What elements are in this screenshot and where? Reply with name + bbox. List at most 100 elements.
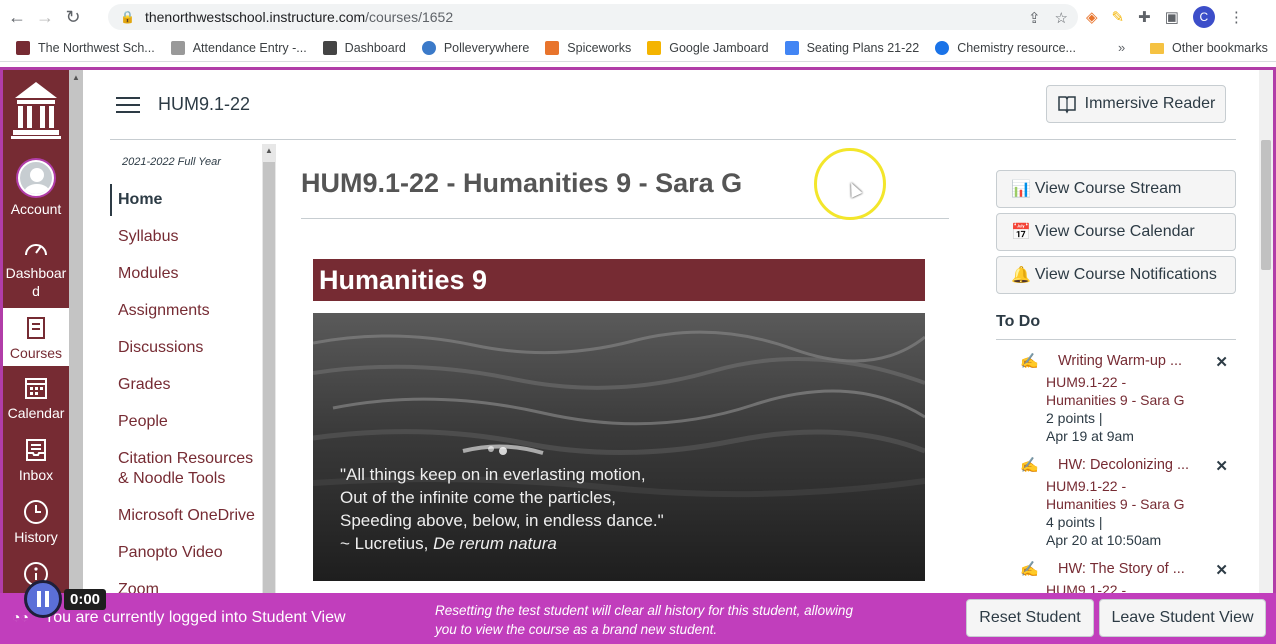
scroll-up-arrow-icon[interactable]: ▲ bbox=[265, 146, 273, 155]
course-breadcrumb[interactable]: HUM9.1-22 bbox=[158, 94, 250, 115]
menu-kebab-icon[interactable]: ⋮ bbox=[1229, 8, 1244, 26]
side-panel-icon[interactable]: ▣ bbox=[1165, 8, 1179, 26]
todo-course: HUM9.1-22 - Humanities 9 - Sara G bbox=[1046, 374, 1185, 408]
calendar-icon bbox=[22, 374, 50, 402]
global-nav-inbox[interactable]: Inbox bbox=[3, 436, 69, 492]
dismiss-close-icon[interactable]: ✕ bbox=[1215, 457, 1228, 475]
school-logo[interactable] bbox=[9, 78, 63, 142]
back-arrow-icon[interactable]: ← bbox=[6, 6, 28, 28]
bookmarks-overflow-icon[interactable]: » bbox=[1118, 40, 1125, 55]
todo-meta: 4 points | Apr 20 at 10:50am bbox=[1046, 514, 1162, 548]
scroll-up-arrow-icon[interactable]: ▲ bbox=[72, 73, 80, 82]
assignment-icon: ✍ bbox=[1020, 457, 1039, 474]
global-navigation: Account Dashboar d Courses Calendar Inbo… bbox=[3, 70, 69, 644]
todo-name-link[interactable]: HW: Decolonizing ... bbox=[1058, 457, 1189, 473]
todo-name-link[interactable]: HW: The Story of ... bbox=[1058, 561, 1185, 577]
view-course-calendar-button[interactable]: 📅 View Course Calendar bbox=[996, 213, 1236, 251]
lock-icon: 🔒 bbox=[120, 10, 135, 24]
immersive-reader-icon bbox=[1057, 96, 1076, 114]
quote-line: Speeding above, below, in endless dance.… bbox=[340, 511, 664, 530]
bookmark-favicon bbox=[935, 40, 950, 55]
course-header: HUM9.1-22 Immersive Reader bbox=[110, 70, 1236, 140]
course-nav-people[interactable]: People bbox=[110, 406, 260, 438]
bookmarks-bar: The Northwest Sch... Attendance Entry -.… bbox=[0, 34, 1276, 62]
student-view-note: Resetting the test student will clear al… bbox=[435, 603, 853, 637]
other-bookmarks[interactable]: Other bookmarks bbox=[1150, 34, 1268, 62]
bookmark-item[interactable]: Spiceworks bbox=[545, 40, 631, 55]
course-nav-citation-resources[interactable]: Citation Resources & Noodle Tools bbox=[110, 443, 260, 495]
bookmark-favicon bbox=[545, 40, 560, 55]
course-nav-modules[interactable]: Modules bbox=[110, 258, 260, 290]
bookmark-item[interactable]: The Northwest Sch... bbox=[16, 40, 155, 55]
hamburger-menu-icon[interactable] bbox=[116, 97, 140, 113]
dismiss-close-icon[interactable]: ✕ bbox=[1215, 561, 1228, 579]
global-nav-account[interactable]: Account bbox=[3, 160, 69, 220]
student-view-bar: ◔◔ You are currently logged into Student… bbox=[0, 593, 1276, 644]
quote-line: "All things keep on in everlasting motio… bbox=[340, 465, 646, 484]
pause-icon[interactable] bbox=[24, 580, 62, 618]
immersive-reader-button[interactable]: Immersive Reader bbox=[1046, 85, 1226, 123]
global-nav-dashboard[interactable]: Dashboar d bbox=[3, 234, 69, 304]
reload-icon[interactable]: ↻ bbox=[62, 6, 84, 28]
bookmark-item[interactable]: Attendance Entry -... bbox=[170, 40, 307, 55]
chart-icon: 📊 bbox=[1011, 181, 1031, 198]
bookmark-item[interactable]: Polleverywhere bbox=[421, 40, 529, 55]
global-nav-courses[interactable]: Courses bbox=[3, 308, 69, 366]
bookmark-item[interactable]: Chemistry resource... bbox=[935, 40, 1076, 55]
account-avatar bbox=[18, 160, 54, 196]
screen-recorder: 0:00 bbox=[24, 580, 144, 618]
browser-toolbar: ← → ↻ 🔒 thenorthwestschool.instructure.c… bbox=[0, 0, 1276, 34]
left-scrollbar[interactable]: ▲ bbox=[69, 70, 83, 644]
bookmark-item[interactable]: Google Jamboard bbox=[647, 40, 769, 55]
recording-timer: 0:00 bbox=[64, 588, 107, 610]
todo-name-link[interactable]: Writing Warm-up ... bbox=[1058, 353, 1182, 369]
bookmark-star-icon[interactable]: ☆ bbox=[1055, 9, 1068, 27]
bookmark-favicon bbox=[421, 40, 436, 55]
bookmark-item[interactable]: Dashboard bbox=[322, 40, 406, 55]
todo-item: ✍ Writing Warm-up ... ✕ HUM9.1-22 - Huma… bbox=[1020, 352, 1236, 448]
page-scrollbar[interactable] bbox=[1259, 70, 1273, 644]
leave-student-view-button[interactable]: Leave Student View bbox=[1099, 599, 1266, 637]
course-nav-onedrive[interactable]: Microsoft OneDrive bbox=[110, 500, 260, 532]
page-title: HUM9.1-22 - Humanities 9 - Sara G bbox=[301, 168, 743, 198]
course-nav-assignments[interactable]: Assignments bbox=[110, 295, 260, 327]
course-nav-discussions[interactable]: Discussions bbox=[110, 332, 260, 364]
todo-meta: 2 points | Apr 19 at 9am bbox=[1046, 410, 1134, 444]
extension-pen-icon[interactable]: ✎ bbox=[1112, 8, 1125, 26]
extension-screencast-icon[interactable]: ◈ bbox=[1086, 8, 1098, 26]
history-icon bbox=[22, 498, 50, 526]
term-label: 2021-2022 Full Year bbox=[122, 156, 221, 168]
url-host: thenorthwestschool.instructure.com bbox=[144, 9, 366, 25]
course-navigation: 2021-2022 Full Year Home Syllabus Module… bbox=[110, 152, 260, 644]
address-bar[interactable]: 🔒 thenorthwestschool.instructure.com/cou… bbox=[108, 4, 1078, 30]
bookmark-favicon bbox=[170, 40, 185, 55]
scrollbar-thumb[interactable] bbox=[263, 162, 275, 644]
todo-course: HUM9.1-22 - Humanities 9 - Sara G bbox=[1046, 478, 1185, 512]
share-icon[interactable]: ⇪ bbox=[1028, 9, 1041, 27]
bookmark-favicon bbox=[16, 40, 30, 55]
course-nav-grades[interactable]: Grades bbox=[110, 369, 260, 401]
hero-quote: "All things keep on in everlasting motio… bbox=[340, 463, 664, 555]
course-banner: Humanities 9 bbox=[313, 259, 925, 301]
bookmark-favicon bbox=[784, 40, 799, 55]
reset-student-button[interactable]: Reset Student bbox=[966, 599, 1094, 637]
courses-icon bbox=[22, 314, 50, 342]
global-nav-calendar[interactable]: Calendar bbox=[3, 374, 69, 430]
dismiss-close-icon[interactable]: ✕ bbox=[1215, 353, 1228, 371]
bookmark-item[interactable]: Seating Plans 21-22 bbox=[784, 40, 919, 55]
scrollbar-thumb[interactable] bbox=[1261, 140, 1271, 270]
global-nav-history[interactable]: History bbox=[3, 498, 69, 554]
todo-item: ✍ HW: Decolonizing ... ✕ HUM9.1-22 - Hum… bbox=[1020, 456, 1236, 552]
profile-avatar[interactable]: C bbox=[1192, 6, 1215, 28]
todo-heading: To Do bbox=[996, 313, 1041, 330]
bookmark-favicon bbox=[322, 40, 337, 55]
course-nav-syllabus[interactable]: Syllabus bbox=[110, 221, 260, 253]
view-course-notifications-button[interactable]: 🔔 View Course Notifications bbox=[996, 256, 1236, 294]
course-nav-panopto[interactable]: Panopto Video bbox=[110, 537, 260, 569]
assignment-icon: ✍ bbox=[1020, 561, 1039, 578]
course-nav-scrollbar[interactable]: ▲ bbox=[262, 144, 276, 644]
forward-arrow-icon[interactable]: → bbox=[34, 6, 56, 28]
view-course-stream-button[interactable]: 📊 View Course Stream bbox=[996, 170, 1236, 208]
course-nav-home[interactable]: Home bbox=[110, 184, 260, 216]
extensions-puzzle-icon[interactable]: ✚ bbox=[1138, 8, 1151, 26]
